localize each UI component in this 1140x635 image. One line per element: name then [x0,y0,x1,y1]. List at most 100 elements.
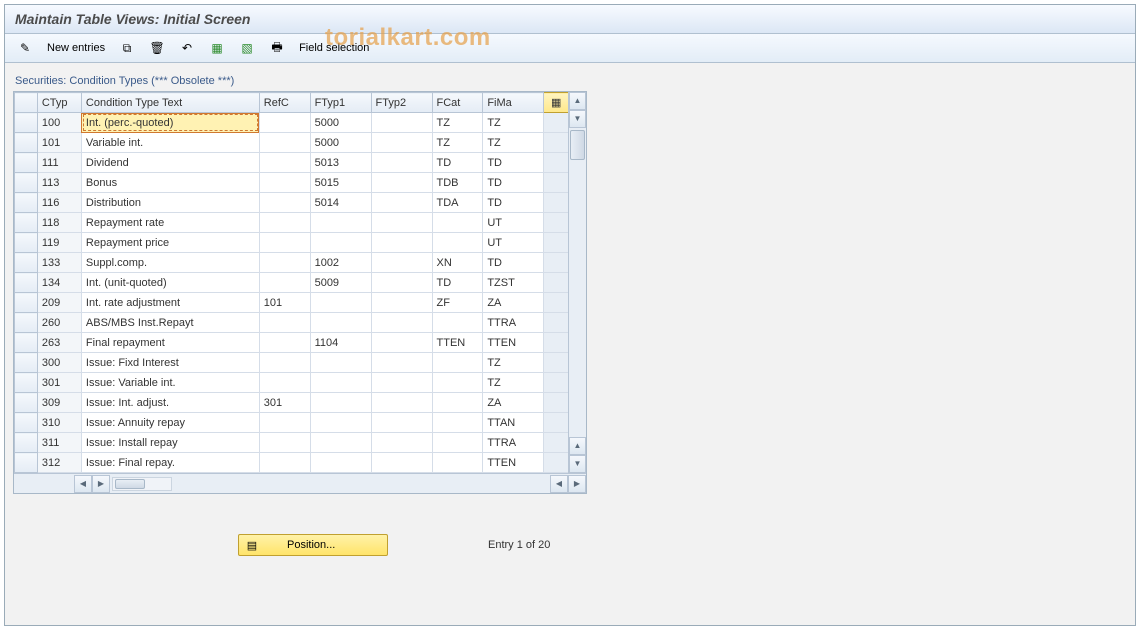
row-selector[interactable] [15,393,38,413]
cell-condition-text[interactable]: Variable int. [81,133,259,153]
row-selector[interactable] [15,453,38,473]
col-refc[interactable]: RefC [259,93,310,113]
cell-refc[interactable] [259,313,310,333]
cell-fcat[interactable]: TZ [432,133,483,153]
cell-fcat[interactable]: TD [432,273,483,293]
cell-fcat[interactable]: TDA [432,193,483,213]
position-button[interactable]: ▤ Position... [238,534,388,556]
col-ftyp1[interactable]: FTyp1 [310,93,371,113]
cell-condition-text[interactable]: Issue: Final repay. [81,453,259,473]
cell-fima[interactable]: TZ [483,373,544,393]
cell-ftyp1[interactable]: 5013 [310,153,371,173]
col-condition-text[interactable]: Condition Type Text [81,93,259,113]
cell-refc[interactable] [259,333,310,353]
cell-refc[interactable] [259,413,310,433]
scroll-up-button[interactable]: ▲ [569,92,586,110]
cell-fima[interactable]: UT [483,213,544,233]
cell-fcat[interactable]: TDB [432,173,483,193]
cell-ftyp1[interactable] [310,313,371,333]
cell-refc[interactable] [259,453,310,473]
cell-refc[interactable] [259,373,310,393]
cell-fima[interactable]: TD [483,193,544,213]
cell-condition-text[interactable]: Suppl.comp. [81,253,259,273]
cell-ftyp1[interactable] [310,433,371,453]
cell-refc[interactable] [259,153,310,173]
cell-condition-text[interactable]: Dividend [81,153,259,173]
cell-ftyp2[interactable] [371,253,432,273]
cell-condition-text[interactable]: Repayment price [81,233,259,253]
cell-refc[interactable]: 301 [259,393,310,413]
cell-ftyp2[interactable] [371,373,432,393]
cell-ftyp1[interactable] [310,293,371,313]
row-selector[interactable] [15,113,38,133]
select-all-button[interactable]: ▦ [205,38,229,58]
hscroll-left2-button[interactable]: ◀ [550,475,568,493]
cell-ftyp1[interactable] [310,413,371,433]
cell-fima[interactable]: TD [483,173,544,193]
cell-fima[interactable]: ZA [483,293,544,313]
cell-condition-text[interactable]: Issue: Annuity repay [81,413,259,433]
row-selector[interactable] [15,313,38,333]
cell-condition-text[interactable]: Bonus [81,173,259,193]
cell-fcat[interactable] [432,353,483,373]
cell-refc[interactable] [259,433,310,453]
cell-refc[interactable] [259,233,310,253]
cell-condition-text[interactable]: Issue: Fixd Interest [81,353,259,373]
cell-fima[interactable]: UT [483,233,544,253]
cell-ftyp2[interactable] [371,293,432,313]
field-selection-button[interactable]: Field selection [295,40,373,56]
cell-refc[interactable] [259,213,310,233]
cell-ftyp1[interactable] [310,373,371,393]
cell-ftyp1[interactable] [310,233,371,253]
cell-fcat[interactable]: TTEN [432,333,483,353]
cell-ftyp1[interactable]: 5015 [310,173,371,193]
cell-fima[interactable]: TTRA [483,313,544,333]
cell-ftyp2[interactable] [371,153,432,173]
cell-ftyp2[interactable] [371,453,432,473]
cell-fcat[interactable]: TD [432,153,483,173]
cell-fcat[interactable]: XN [432,253,483,273]
cell-condition-text[interactable]: Int. (perc.-quoted) [81,113,259,133]
row-selector[interactable] [15,213,38,233]
cell-ftyp1[interactable] [310,453,371,473]
col-ctyp[interactable]: CTyp [37,93,81,113]
row-selector[interactable] [15,273,38,293]
delete-button[interactable]: 🗑 [145,38,169,58]
row-selector[interactable] [15,253,38,273]
cell-condition-text[interactable]: Issue: Install repay [81,433,259,453]
cell-condition-text[interactable]: Distribution [81,193,259,213]
cell-fima[interactable]: TZ [483,113,544,133]
cell-ftyp2[interactable] [371,213,432,233]
table-config-button[interactable]: ▦ [544,93,569,113]
copy-button[interactable]: ⧉ [115,38,139,58]
hscroll-right2-button[interactable]: ▶ [568,475,586,493]
cell-fima[interactable]: TTAN [483,413,544,433]
cell-condition-text[interactable]: Repayment rate [81,213,259,233]
cell-condition-text[interactable]: Int. (unit-quoted) [81,273,259,293]
row-selector[interactable] [15,433,38,453]
row-selector[interactable] [15,353,38,373]
cell-ftyp2[interactable] [371,133,432,153]
deselect-all-button[interactable]: ▧ [235,38,259,58]
cell-ftyp1[interactable] [310,353,371,373]
cell-ftyp1[interactable]: 1104 [310,333,371,353]
cell-condition-text[interactable]: Issue: Int. adjust. [81,393,259,413]
new-entries-button[interactable]: New entries [43,40,109,56]
row-selector[interactable] [15,173,38,193]
vscroll-thumb[interactable] [570,130,585,160]
cell-ftyp2[interactable] [371,313,432,333]
cell-ftyp1[interactable] [310,213,371,233]
cell-fima[interactable]: TZ [483,353,544,373]
cell-fcat[interactable] [432,413,483,433]
cell-fcat[interactable]: TZ [432,113,483,133]
row-selector[interactable] [15,413,38,433]
cell-fcat[interactable]: ZF [432,293,483,313]
cell-ftyp1[interactable]: 5000 [310,113,371,133]
cell-ftyp2[interactable] [371,113,432,133]
cell-refc[interactable] [259,253,310,273]
cell-ftyp2[interactable] [371,393,432,413]
cell-refc[interactable] [259,353,310,373]
hscroll-thumb[interactable] [115,479,145,489]
cell-ftyp2[interactable] [371,353,432,373]
row-selector[interactable] [15,373,38,393]
